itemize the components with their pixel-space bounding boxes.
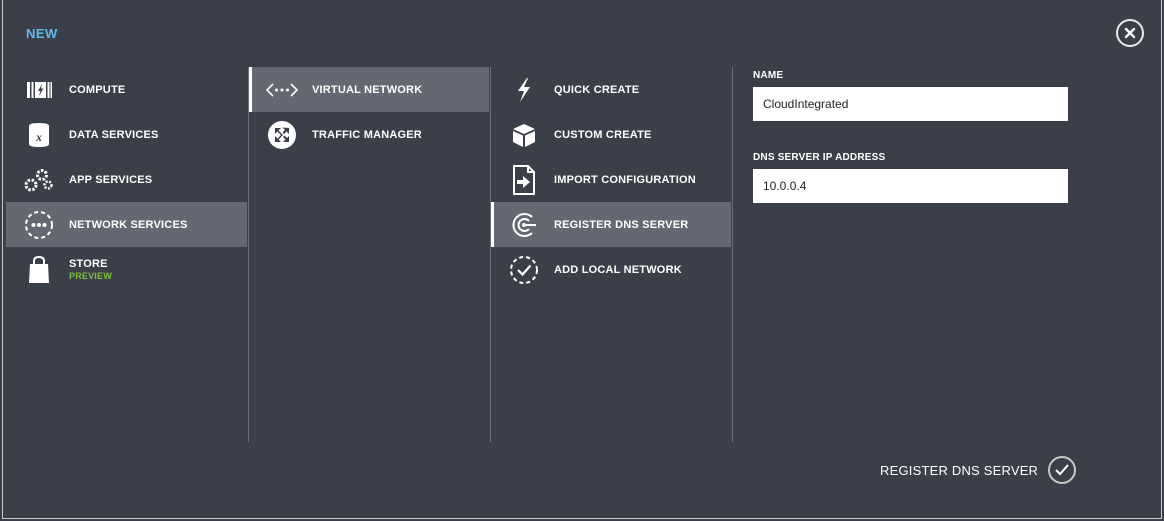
action-quick-create[interactable]: QUICK CREATE bbox=[491, 67, 731, 112]
new-dialog: NEW COMPUTE x DATA SERVICES APP SERVICES… bbox=[2, 0, 1162, 519]
action-label: ADD LOCAL NETWORK bbox=[554, 263, 682, 276]
category-app-services[interactable]: APP SERVICES bbox=[6, 157, 247, 202]
data-services-icon: x bbox=[22, 118, 56, 152]
local-network-icon bbox=[507, 253, 541, 287]
service-list: VIRTUAL NETWORK TRAFFIC MANAGER bbox=[248, 67, 489, 442]
dialog-title: NEW bbox=[26, 26, 58, 41]
import-icon bbox=[507, 163, 541, 197]
checkmark-icon bbox=[1048, 456, 1077, 484]
action-label: IMPORT CONFIGURATION bbox=[554, 173, 696, 186]
close-button[interactable] bbox=[1116, 19, 1144, 47]
svg-text:x: x bbox=[35, 130, 42, 144]
dns-server-icon bbox=[507, 208, 541, 242]
register-dns-server-button[interactable]: REGISTER DNS SERVER bbox=[880, 455, 1077, 485]
action-import-configuration[interactable]: IMPORT CONFIGURATION bbox=[491, 157, 731, 202]
box-icon bbox=[507, 118, 541, 152]
category-label: DATA SERVICES bbox=[69, 128, 159, 141]
shopping-bag-icon bbox=[22, 253, 56, 287]
virtual-network-icon bbox=[265, 73, 299, 107]
action-list: QUICK CREATE CUSTOM CREATE IMPORT CONFIG… bbox=[490, 67, 731, 442]
service-virtual-network[interactable]: VIRTUAL NETWORK bbox=[249, 67, 489, 112]
category-label: STORE PREVIEW bbox=[69, 258, 112, 281]
category-network-services[interactable]: NETWORK SERVICES bbox=[6, 202, 247, 247]
dns-ip-label: DNS SERVER IP ADDRESS bbox=[753, 152, 886, 163]
action-label: CUSTOM CREATE bbox=[554, 128, 652, 141]
service-traffic-manager[interactable]: TRAFFIC MANAGER bbox=[249, 112, 489, 157]
dns-ip-input[interactable] bbox=[753, 169, 1068, 203]
submit-label: REGISTER DNS SERVER bbox=[880, 462, 1039, 478]
action-register-dns-server[interactable]: REGISTER DNS SERVER bbox=[491, 202, 731, 247]
traffic-manager-icon bbox=[265, 118, 299, 152]
lightning-icon bbox=[507, 73, 541, 107]
category-store[interactable]: STORE PREVIEW bbox=[6, 247, 247, 292]
gears-icon bbox=[22, 163, 56, 197]
store-label: STORE bbox=[69, 258, 108, 270]
category-label: COMPUTE bbox=[69, 83, 126, 96]
service-label: TRAFFIC MANAGER bbox=[312, 128, 422, 141]
name-input[interactable] bbox=[753, 87, 1068, 121]
name-label: NAME bbox=[753, 70, 784, 81]
action-label: QUICK CREATE bbox=[554, 83, 640, 96]
category-data-services[interactable]: x DATA SERVICES bbox=[6, 112, 247, 157]
network-services-icon bbox=[22, 208, 56, 242]
compute-icon bbox=[22, 73, 56, 107]
preview-badge: PREVIEW bbox=[69, 271, 112, 281]
action-custom-create[interactable]: CUSTOM CREATE bbox=[491, 112, 731, 157]
category-list: COMPUTE x DATA SERVICES APP SERVICES NET… bbox=[6, 67, 247, 442]
register-dns-form: NAME DNS SERVER IP ADDRESS bbox=[732, 67, 1132, 442]
category-label: APP SERVICES bbox=[69, 173, 153, 186]
action-label: REGISTER DNS SERVER bbox=[554, 218, 689, 231]
action-add-local-network[interactable]: ADD LOCAL NETWORK bbox=[491, 247, 731, 292]
category-compute[interactable]: COMPUTE bbox=[6, 67, 247, 112]
service-label: VIRTUAL NETWORK bbox=[312, 83, 423, 96]
category-label: NETWORK SERVICES bbox=[69, 218, 188, 231]
close-icon bbox=[1124, 27, 1136, 39]
